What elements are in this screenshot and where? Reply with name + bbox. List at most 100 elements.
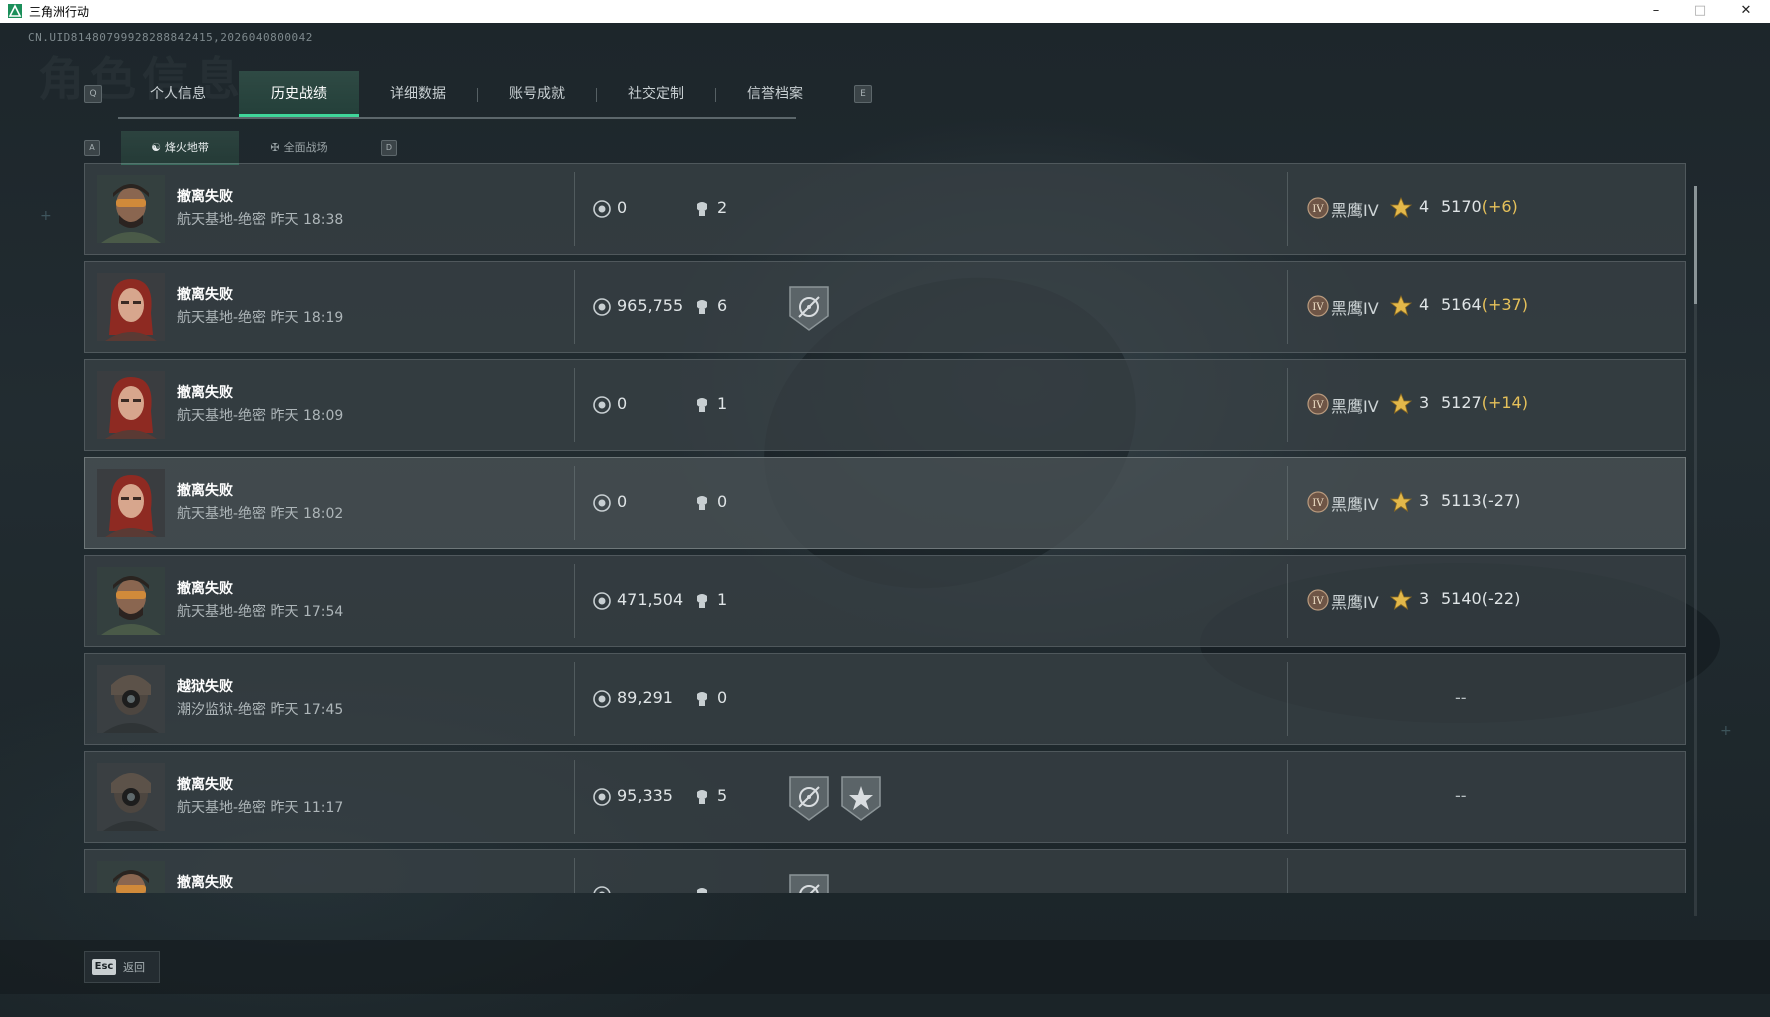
tab-achievements[interactable]: 账号成就	[477, 71, 597, 117]
prev-mode-key[interactable]: A	[84, 140, 100, 156]
svg-text:IV: IV	[1312, 596, 1324, 607]
match-map-time: 航天基地-绝密 昨天 18:19	[177, 310, 344, 326]
tab-personal-info[interactable]: 个人信息	[118, 71, 238, 117]
match-map-time: 航天基地-绝密 昨天 17:54	[177, 604, 344, 620]
match-result: 撤离失败	[177, 189, 233, 205]
row-divider	[574, 368, 575, 442]
no-rank-placeholder: --	[1455, 688, 1467, 707]
match-record-row[interactable]: 撤离失败航天基地-绝密 昨天 11:17 95,335 5 --	[84, 751, 1686, 843]
row-divider	[1287, 270, 1288, 344]
tab-credit-file[interactable]: 信誉档案	[715, 71, 835, 117]
crosshair-badge-icon	[789, 286, 829, 331]
skull-icon	[697, 300, 707, 314]
prev-tab-key[interactable]: Q	[84, 85, 102, 103]
coin-icon	[593, 690, 611, 708]
coin-icon	[593, 886, 611, 893]
kill-count: 1	[717, 394, 728, 413]
match-record-row[interactable]: 撤离失败	[84, 849, 1686, 893]
operator-avatar	[97, 175, 165, 243]
score-value: 5113	[1441, 491, 1482, 510]
back-label: 返回	[123, 961, 145, 974]
match-result: 撤离失败	[177, 385, 233, 401]
match-record-row[interactable]: 撤离失败 航天基地-绝密 昨天 18:38 0 2 IV 黑鹰IV 4 5170(+6)	[84, 163, 1686, 255]
tab-detailed-data[interactable]: 详细数据	[358, 71, 478, 117]
loot-value: 95,335	[617, 786, 673, 805]
match-history-list: 撤离失败 航天基地-绝密 昨天 18:38 0 2 IV 黑鹰IV 4 5170(+6) 撤离失…	[84, 163, 1686, 893]
no-rank-placeholder: --	[1455, 786, 1467, 805]
tab-match-history[interactable]: 历史战绩	[239, 71, 359, 117]
kill-count: 1	[717, 590, 728, 609]
score-delta: (+14)	[1481, 393, 1528, 412]
score-delta: (-27)	[1481, 491, 1521, 510]
operator-avatar	[97, 371, 165, 439]
row-divider	[574, 172, 575, 246]
row-divider	[1287, 858, 1288, 893]
rank-score: 5140(-22)	[1441, 589, 1520, 608]
match-record-row[interactable]: 撤离失败 航天基地-绝密 昨天 18:02 0 0 IV 黑鹰IV 3 5113(-27)	[84, 457, 1686, 549]
match-record-row[interactable]: 撤离失败 航天基地-绝密 昨天 17:54 471,504 1 IV 黑鹰IV 3 5140(…	[84, 555, 1686, 647]
skull-icon	[697, 496, 707, 510]
next-tab-key[interactable]: E	[854, 85, 872, 103]
rank-tier-icon: IV	[1307, 295, 1329, 317]
loot-value: 0	[617, 394, 628, 413]
maximize-button[interactable]: □	[1678, 0, 1722, 23]
main-tabs: Q 个人信息 历史战绩 详细数据 账号成就 社交定制 信誉档案 E	[80, 71, 872, 119]
coin-icon	[593, 592, 611, 610]
subtab-full-war[interactable]: ✠ 全面战场	[240, 131, 358, 165]
svg-text:IV: IV	[1312, 400, 1324, 411]
match-result: 撤离失败	[177, 777, 233, 793]
rank-score: 5113(-27)	[1441, 491, 1520, 510]
svg-text:IV: IV	[1312, 498, 1324, 509]
row-divider	[1287, 662, 1288, 736]
row-divider	[574, 564, 575, 638]
row-divider	[1287, 564, 1288, 638]
rank-tier-icon: IV	[1307, 589, 1329, 611]
scrollbar-thumb[interactable]	[1694, 186, 1697, 304]
hazard-ops-icon: ☯	[151, 141, 161, 154]
row-divider	[574, 662, 575, 736]
operator-avatar	[97, 469, 165, 537]
match-record-row[interactable]: 越狱失败 潮汐监狱-绝密 昨天 17:45 89,291 0 --	[84, 653, 1686, 745]
match-record-row[interactable]: 撤离失败 航天基地-绝密 昨天 18:09 0 1 IV 黑鹰IV 3 5127(+14)	[84, 359, 1686, 451]
score-value: 5140	[1441, 589, 1482, 608]
match-result: 撤离失败	[177, 875, 233, 891]
row-divider	[1287, 172, 1288, 246]
window-title: 三角洲行动	[29, 5, 90, 19]
minimize-button[interactable]: –	[1634, 0, 1678, 23]
kill-count: 5	[717, 786, 728, 805]
operator-avatar	[97, 763, 165, 831]
row-divider	[574, 270, 575, 344]
skull-icon	[697, 202, 707, 216]
star-count: 4	[1419, 295, 1430, 314]
rank-star-icon	[1390, 589, 1412, 610]
subtab-hazard-ops[interactable]: ☯ 烽火地带	[121, 131, 239, 165]
match-map-time: 航天基地-绝密 昨天 18:02	[177, 506, 344, 522]
back-button[interactable]: Esc 返回	[84, 951, 160, 983]
tabs-underline	[118, 117, 796, 119]
rank-name: 黑鹰IV	[1331, 495, 1379, 514]
operator-avatar	[97, 273, 165, 341]
hud-mark-icon: +	[40, 208, 52, 224]
operator-avatar	[97, 861, 165, 893]
rank-score: 5164(+37)	[1441, 295, 1528, 314]
tab-social-custom[interactable]: 社交定制	[596, 71, 716, 117]
coin-icon	[593, 494, 611, 512]
rank-tier-icon: IV	[1307, 393, 1329, 415]
coin-icon	[593, 200, 611, 218]
match-map-time: 航天基地-绝密 昨天 11:17	[177, 800, 344, 816]
next-mode-key[interactable]: D	[381, 140, 397, 156]
match-map-time: 潮汐监狱-绝密 昨天 17:45	[177, 702, 344, 718]
skull-icon	[697, 790, 707, 804]
row-divider	[1287, 466, 1288, 540]
close-button[interactable]: ✕	[1724, 0, 1768, 23]
match-map-time: 航天基地-绝密 昨天 18:09	[177, 408, 344, 424]
coin-icon	[593, 298, 611, 316]
loot-value: 0	[617, 492, 628, 511]
rank-score: 5170(+6)	[1441, 197, 1518, 216]
score-value: 5127	[1441, 393, 1482, 412]
match-record-row[interactable]: 撤离失败 航天基地-绝密 昨天 18:19 965,755 6 IV 黑鹰IV 4 5164(…	[84, 261, 1686, 353]
match-result: 撤离失败	[177, 287, 233, 303]
coin-icon	[593, 396, 611, 414]
match-result: 撤离失败	[177, 483, 233, 499]
mode-subtabs: A ☯ 烽火地带 ✠ 全面战场 D	[80, 131, 410, 165]
